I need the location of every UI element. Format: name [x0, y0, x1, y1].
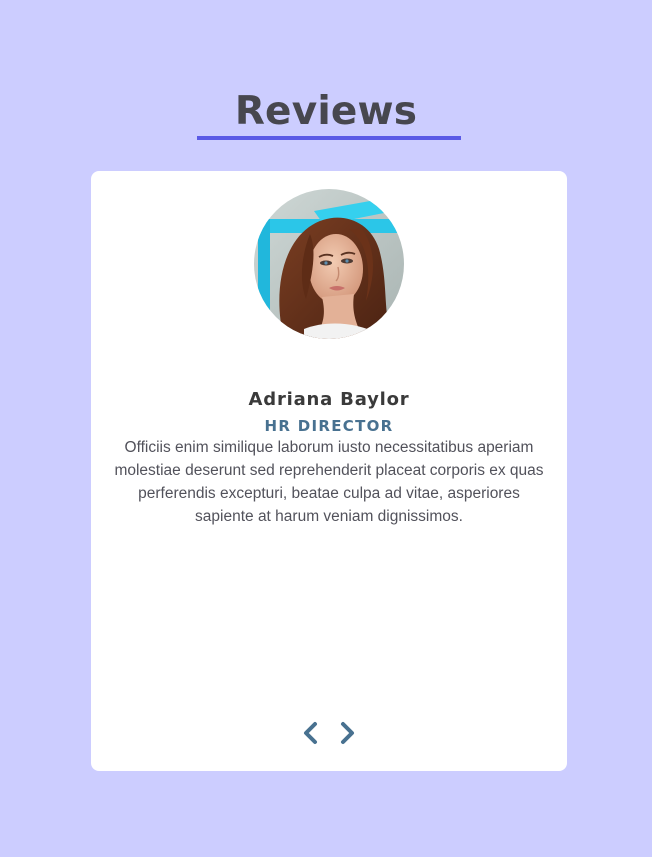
- title-section: Reviews: [0, 88, 652, 136]
- reviewer-name: Adriana Baylor: [248, 388, 410, 410]
- page-title: Reviews: [234, 89, 418, 134]
- title-underline: [197, 136, 461, 140]
- chevron-left-icon: [304, 722, 318, 744]
- review-text: Officiis enim similique laborum iusto ne…: [114, 439, 544, 525]
- reviewer-job: HR DIRECTOR: [264, 417, 394, 435]
- next-button[interactable]: [336, 721, 358, 745]
- review-nav: [91, 721, 567, 745]
- chevron-right-icon: [340, 722, 354, 744]
- reviews-page: Reviews Adriana Baylor HR DIRECTOR Offic…: [0, 0, 652, 857]
- review-card: Adriana Baylor HR DIRECTOR Officiis enim…: [91, 171, 567, 771]
- prev-button[interactable]: [300, 721, 322, 745]
- avatar-photo: [254, 189, 404, 339]
- avatar: [254, 189, 404, 339]
